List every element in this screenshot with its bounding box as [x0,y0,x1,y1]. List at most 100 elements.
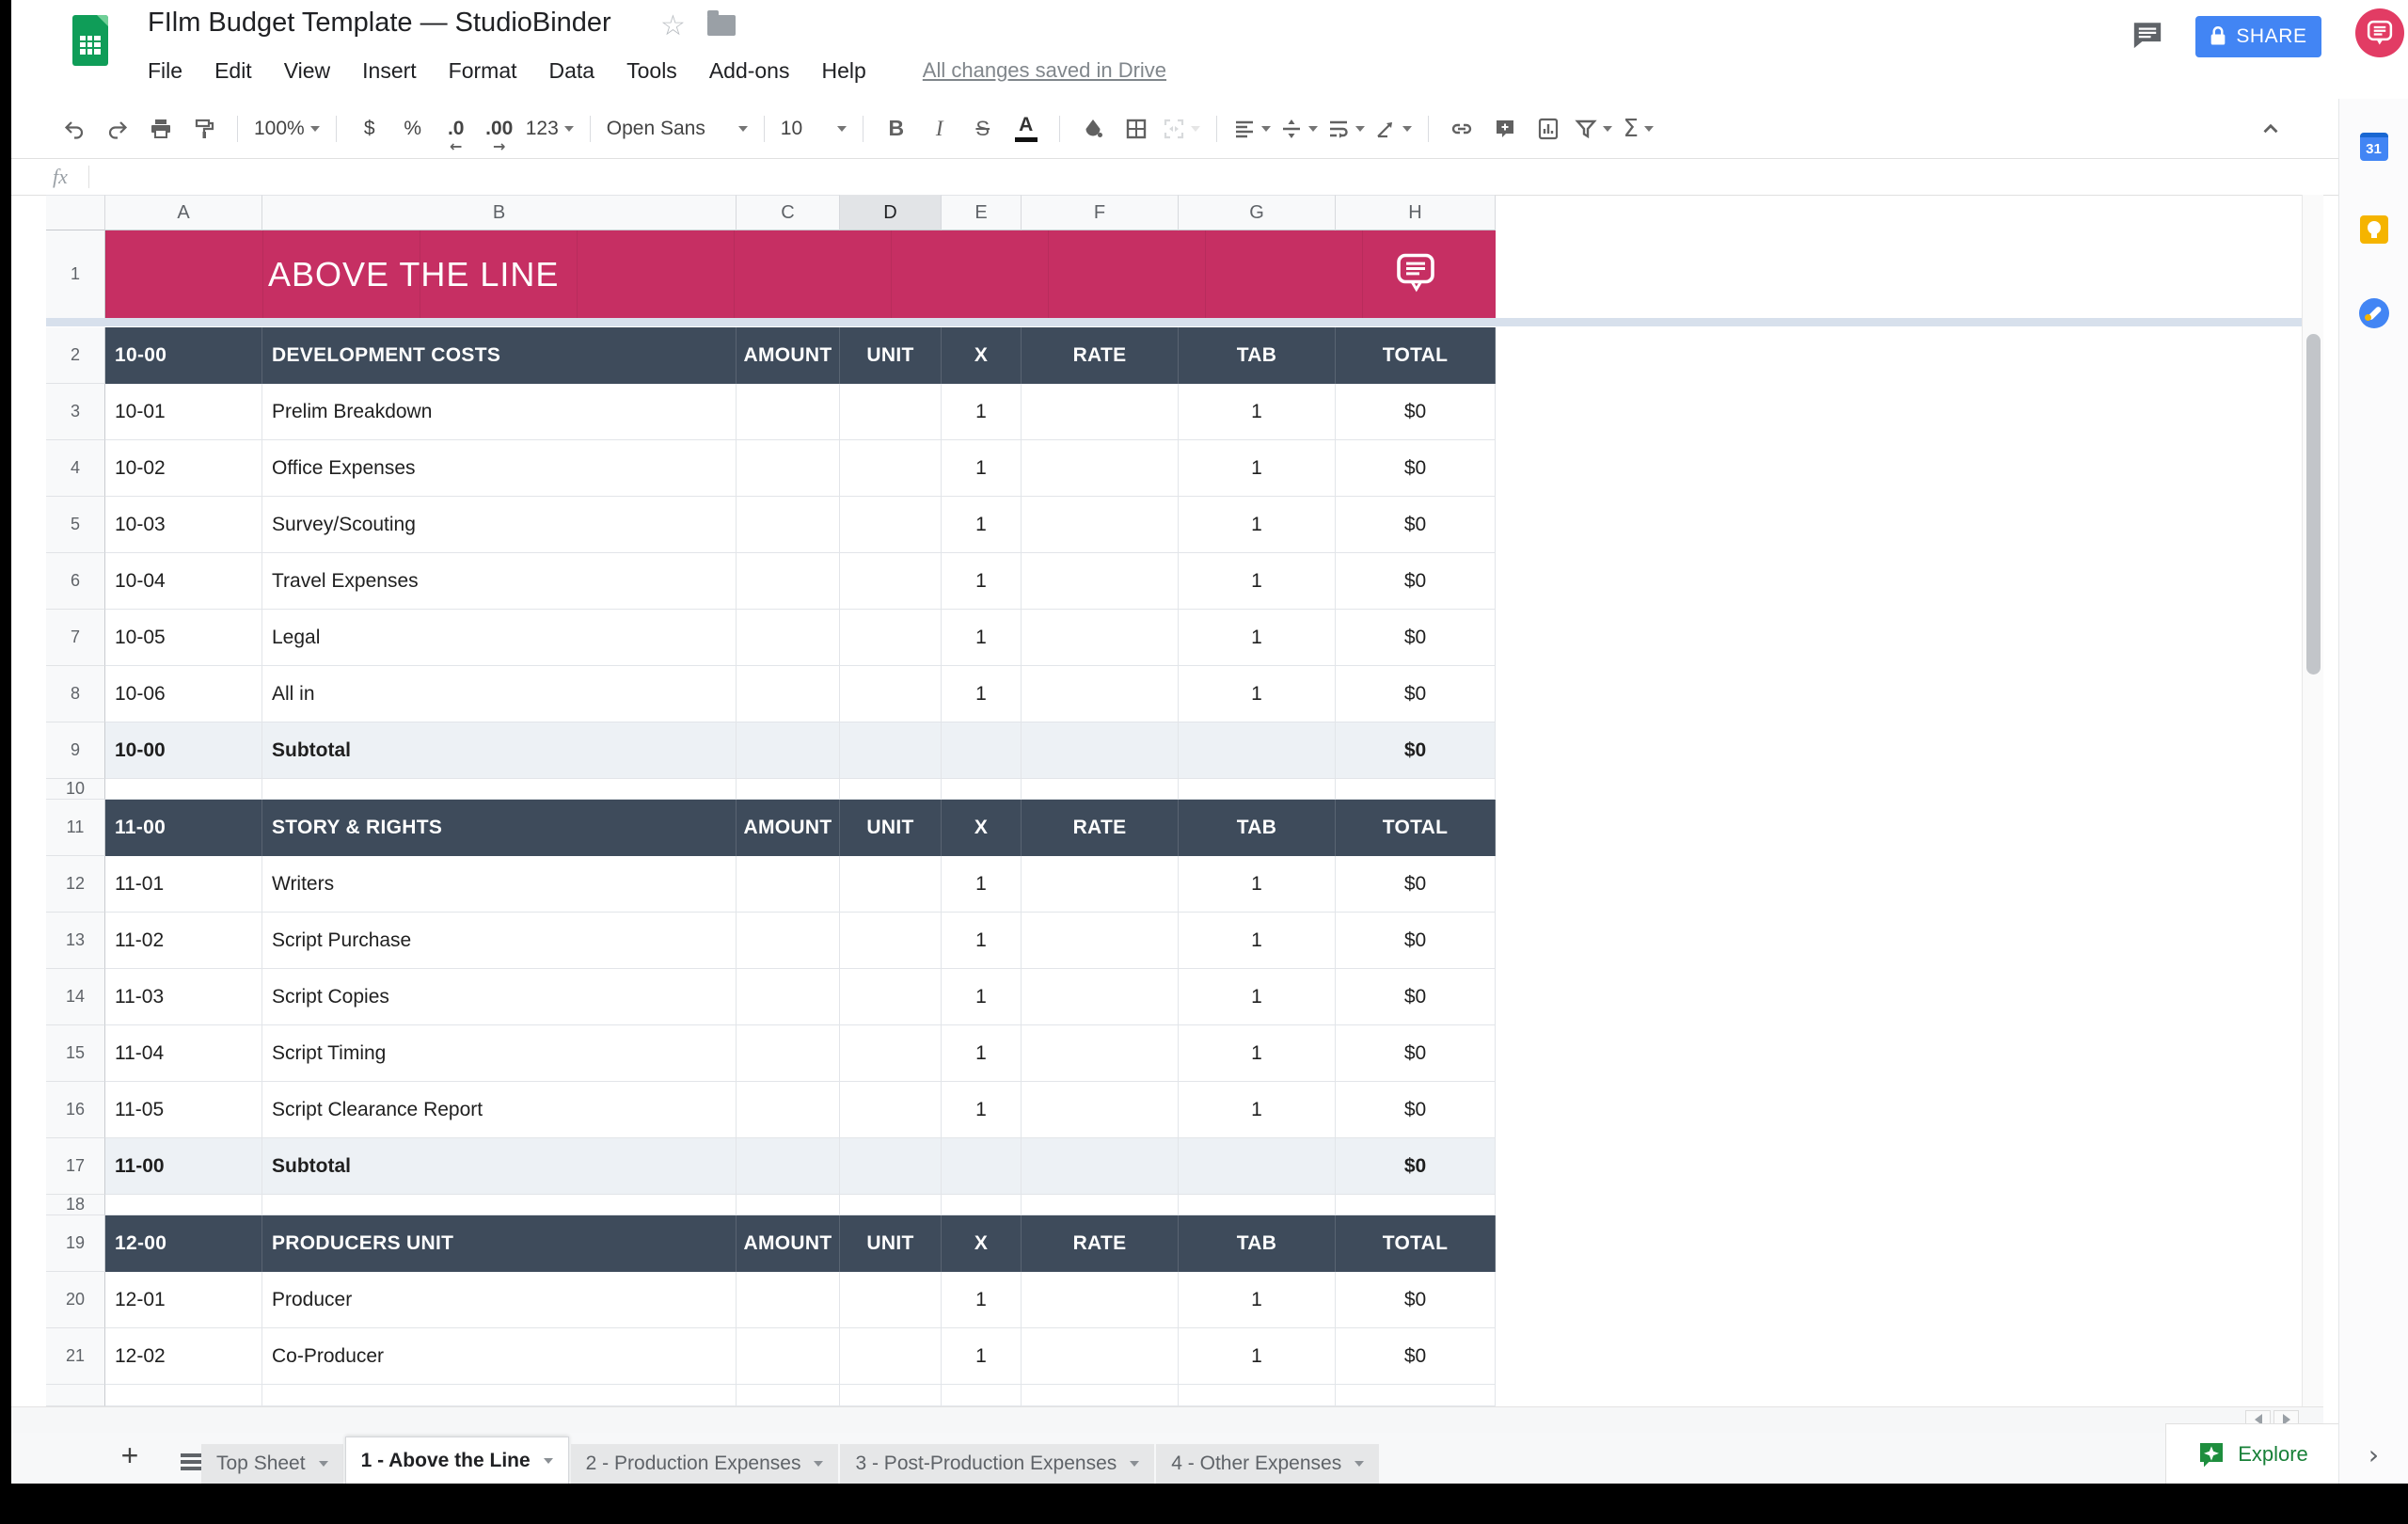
text-color-button[interactable]: A [1009,110,1043,148]
cell-H16[interactable]: $0 [1336,1082,1496,1138]
cell-F5[interactable] [1022,497,1179,553]
cell-C3[interactable] [737,384,840,440]
row-number-2[interactable]: 2 [46,327,105,384]
column-header-H[interactable]: H [1336,195,1496,230]
cell-F22[interactable] [1022,1385,1179,1406]
cell-H2[interactable]: TOTAL [1336,327,1496,384]
cell-B11[interactable]: STORY & RIGHTS [262,800,737,856]
cell-F11[interactable]: RATE [1022,800,1179,856]
row-number-11[interactable]: 11 [46,800,105,856]
collapse-toolbar-button[interactable] [2254,110,2288,148]
cell-B4[interactable]: Office Expenses [262,440,737,497]
cell-G6[interactable]: 1 [1179,553,1336,610]
font-size-select[interactable]: 10 [781,110,847,148]
cell-C14[interactable] [737,969,840,1025]
cell-E16[interactable]: 1 [942,1082,1022,1138]
cell-G12[interactable]: 1 [1179,856,1336,913]
borders-button[interactable] [1119,110,1153,148]
cell-G2[interactable]: TAB [1179,327,1336,384]
cell-E12[interactable]: 1 [942,856,1022,913]
cell-C18[interactable] [737,1195,840,1215]
cell-C9[interactable] [737,722,840,779]
cell-D2[interactable]: UNIT [840,327,942,384]
tab-menu-caret-icon[interactable] [1130,1461,1140,1467]
row-number-22[interactable] [46,1385,105,1406]
cell-A9[interactable]: 10-00 [105,722,262,779]
cell-A11[interactable]: 11-00 [105,800,262,856]
cell-E14[interactable]: 1 [942,969,1022,1025]
cell-F17[interactable] [1022,1138,1179,1195]
filter-button[interactable] [1575,110,1612,148]
cell-E2[interactable]: X [942,327,1022,384]
cell-G3[interactable]: 1 [1179,384,1336,440]
cell-G5[interactable]: 1 [1179,497,1336,553]
cell-D19[interactable]: UNIT [840,1215,942,1272]
cell-G8[interactable]: 1 [1179,666,1336,722]
cell-B5[interactable]: Survey/Scouting [262,497,737,553]
menu-view[interactable]: View [284,58,330,84]
cell-H10[interactable] [1336,779,1496,800]
cell-F15[interactable] [1022,1025,1179,1082]
cell-H5[interactable]: $0 [1336,497,1496,553]
cell-D10[interactable] [840,779,942,800]
cell-E18[interactable] [942,1195,1022,1215]
cell-B9[interactable]: Subtotal [262,722,737,779]
explore-button[interactable]: Explore [2165,1423,2338,1484]
menu-format[interactable]: Format [449,58,517,84]
row-number-1[interactable]: 1 [46,230,105,318]
cell-E3[interactable]: 1 [942,384,1022,440]
row-number-8[interactable]: 8 [46,666,105,722]
row-number-18[interactable]: 18 [46,1195,105,1215]
column-header-G[interactable]: G [1179,195,1336,230]
menu-edit[interactable]: Edit [214,58,252,84]
insert-chart-button[interactable] [1531,110,1565,148]
cell-G11[interactable]: TAB [1179,800,1336,856]
cell-H21[interactable]: $0 [1336,1328,1496,1385]
cell-D21[interactable] [840,1328,942,1385]
sheet-tab-2-production-expenses[interactable]: 2 - Production Expenses [570,1444,839,1484]
sheet-tab-3-post-production-expenses[interactable]: 3 - Post-Production Expenses [840,1444,1155,1484]
cell-H4[interactable]: $0 [1336,440,1496,497]
row-number-3[interactable]: 3 [46,384,105,440]
vertical-scrollbar[interactable] [2302,195,2323,1406]
bold-button[interactable]: B [879,110,913,148]
functions-button[interactable]: Σ [1622,110,1656,148]
column-header-C[interactable]: C [737,195,840,230]
cell-B6[interactable]: Travel Expenses [262,553,737,610]
cell-F14[interactable] [1022,969,1179,1025]
fill-color-button[interactable] [1076,110,1110,148]
text-wrap-button[interactable] [1327,110,1365,148]
cell-D16[interactable] [840,1082,942,1138]
cell-A21[interactable]: 12-02 [105,1328,262,1385]
row-number-19[interactable]: 19 [46,1215,105,1272]
cell-B10[interactable] [262,779,737,800]
cell-E21[interactable]: 1 [942,1328,1022,1385]
cell-D6[interactable] [840,553,942,610]
cell-H18[interactable] [1336,1195,1496,1215]
cell-A4[interactable]: 10-02 [105,440,262,497]
cell-G21[interactable]: 1 [1179,1328,1336,1385]
cell-E5[interactable]: 1 [942,497,1022,553]
cell-E7[interactable]: 1 [942,610,1022,666]
cell-G10[interactable] [1179,779,1336,800]
column-header-E[interactable]: E [942,195,1022,230]
vertical-align-button[interactable] [1280,110,1318,148]
cell-A10[interactable] [105,779,262,800]
cell-E19[interactable]: X [942,1215,1022,1272]
cell-D20[interactable] [840,1272,942,1328]
row-number-20[interactable]: 20 [46,1272,105,1328]
cell-B22[interactable] [262,1385,737,1406]
cell-C13[interactable] [737,913,840,969]
cell-C17[interactable] [737,1138,840,1195]
cell-A2[interactable]: 10-00 [105,327,262,384]
cell-A19[interactable]: 12-00 [105,1215,262,1272]
row-number-6[interactable]: 6 [46,553,105,610]
cell-G17[interactable] [1179,1138,1336,1195]
text-rotation-button[interactable] [1374,110,1412,148]
cell-A16[interactable]: 11-05 [105,1082,262,1138]
cell-D8[interactable] [840,666,942,722]
save-status[interactable]: All changes saved in Drive [923,58,1166,83]
cell-D5[interactable] [840,497,942,553]
tab-menu-caret-icon[interactable] [814,1461,824,1467]
cell-F10[interactable] [1022,779,1179,800]
